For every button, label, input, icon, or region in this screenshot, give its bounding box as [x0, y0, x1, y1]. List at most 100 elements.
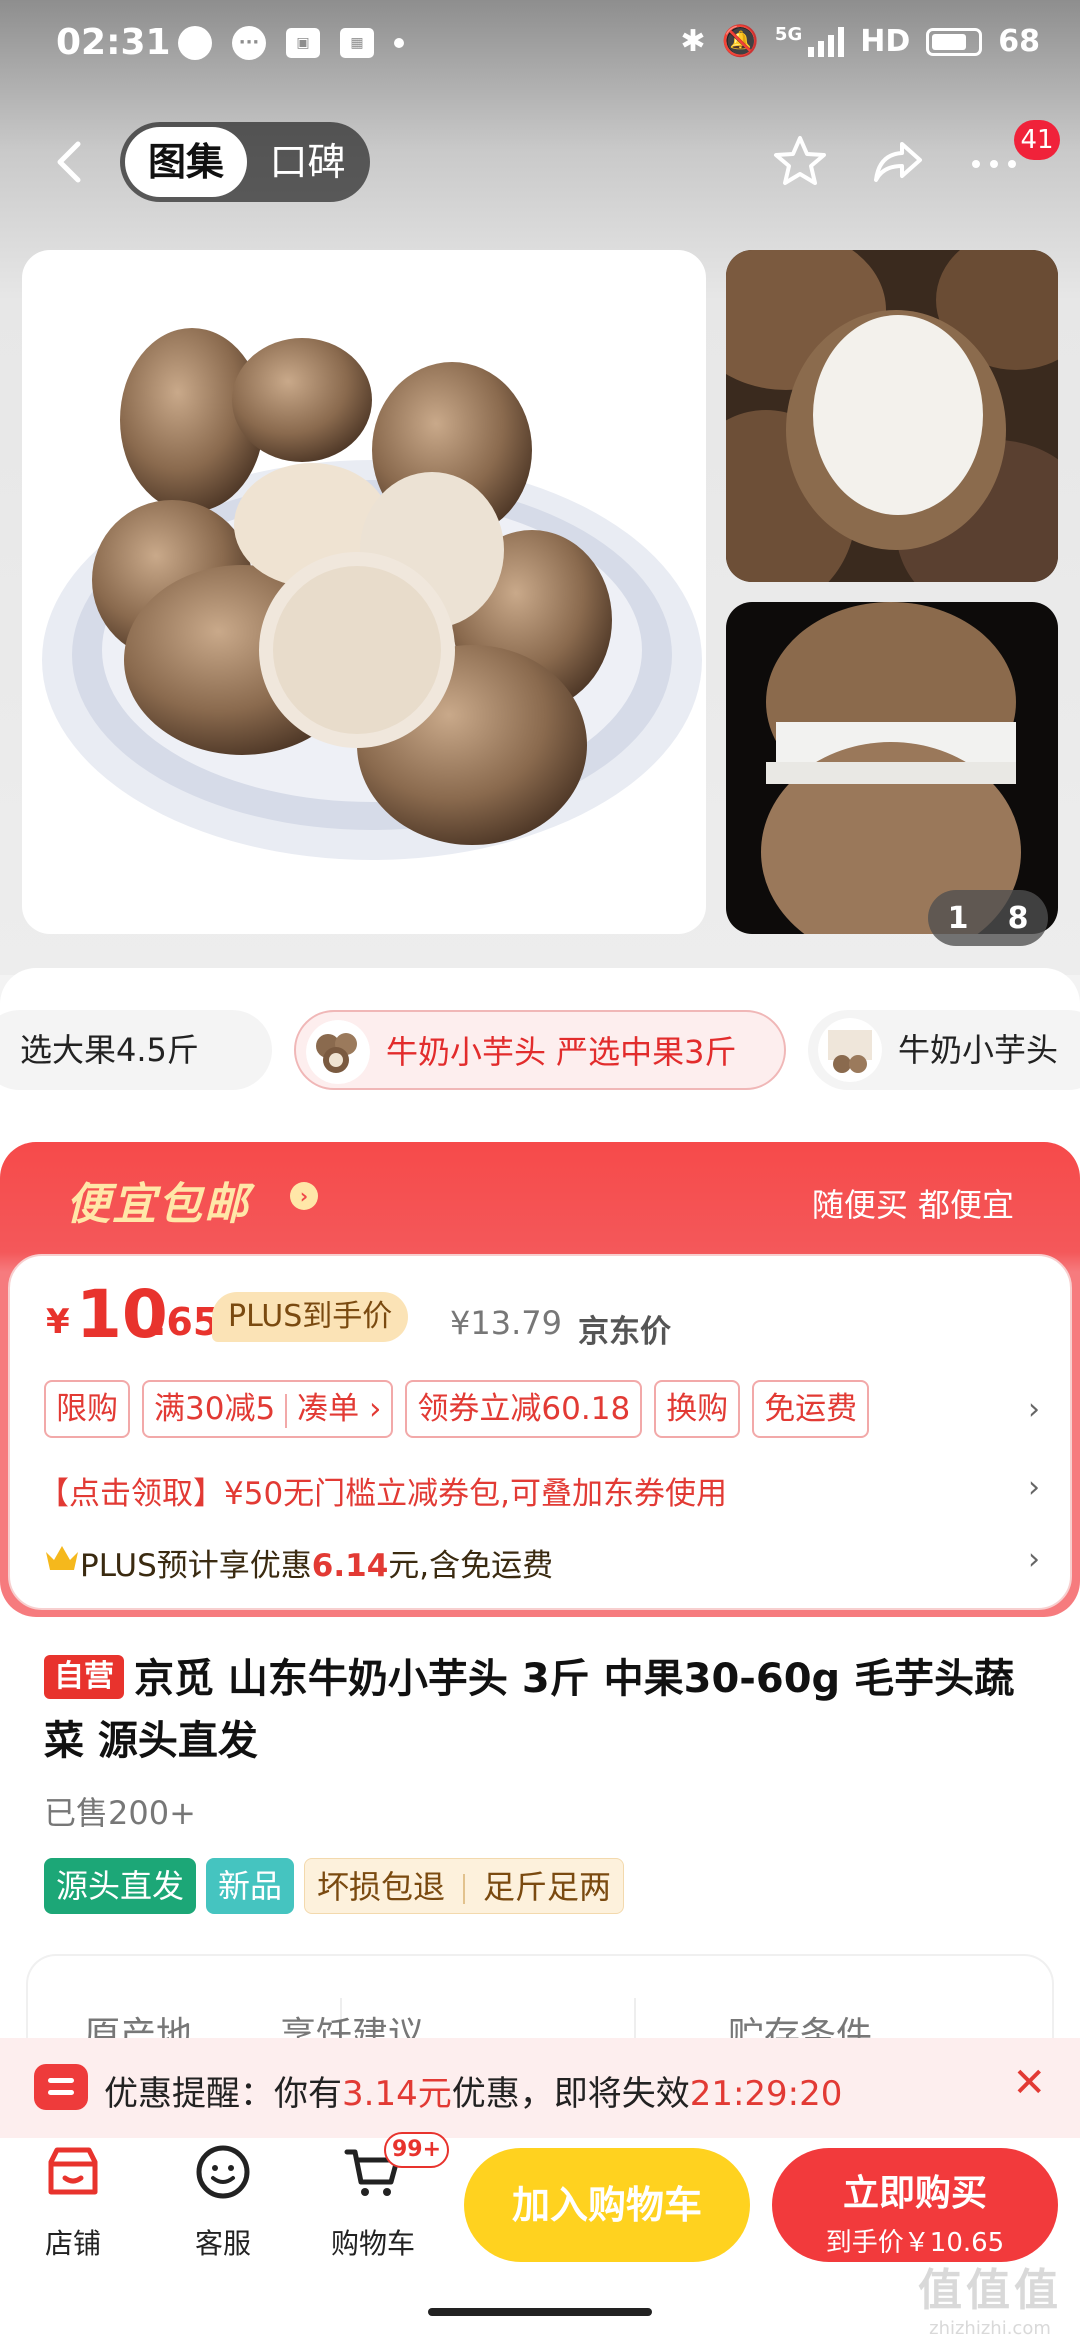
- taro-plate-illustration: [42, 328, 702, 860]
- customer-service-icon: [196, 2145, 250, 2199]
- product-title: 自营 京觅 山东牛奶小芋头 3斤 中果30-60g 毛芋头蔬菜 源头直发: [44, 1648, 1044, 1772]
- sold-count: 已售200+: [44, 1794, 196, 1832]
- reminder-middle: 优惠，即将失效: [451, 2074, 690, 2114]
- cart-tab[interactable]: 99+ 购物车: [318, 2132, 450, 2262]
- variant-label: 选大果4.5斤: [20, 1031, 199, 1069]
- tag-full-weight: 足斤足两: [483, 1868, 612, 1906]
- watermark: 值值值 zhizhizhi.com: [918, 2254, 1062, 2339]
- store-tab[interactable]: 店铺: [18, 2142, 128, 2262]
- top-nav: 图集 口碑 41: [0, 118, 1080, 208]
- discount-reminder-banner[interactable]: 优惠提醒：你有3.14元优惠，即将失效21:29:20 ✕: [0, 2038, 1080, 2138]
- plus-savings-line[interactable]: PLUS预计享优惠6.14元,含免运费: [80, 1540, 553, 1585]
- coupon-tag[interactable]: 限购: [44, 1380, 130, 1438]
- reminder-text: 优惠提醒：你有3.14元优惠，即将失效21:29:20: [104, 2066, 842, 2115]
- status-time: 02:31: [56, 22, 171, 63]
- more-notifications-dot-icon: [394, 38, 404, 48]
- coupon-label: 凑单 ›: [297, 1391, 382, 1427]
- battery-icon: [926, 27, 983, 56]
- tag-damage-refund: 坏损包退: [317, 1868, 446, 1906]
- divider: [463, 1874, 466, 1904]
- message-icon: ···: [232, 26, 266, 60]
- tag-source-direct: 源头直发: [44, 1858, 197, 1914]
- share-icon[interactable]: [868, 132, 928, 192]
- notification-icons: ··· ▣ ▦: [178, 26, 404, 60]
- tag-guarantee[interactable]: 坏损包退 足斤足两: [304, 1858, 625, 1914]
- crown-icon: [46, 1546, 78, 1570]
- watermark-logo: 值值值: [918, 2265, 1062, 2316]
- variant-selector: 选大果4.5斤 牛奶小芋头 严选中果3斤 牛奶小芋头: [0, 1010, 1080, 1090]
- watermark-site: zhizhizhi.com: [929, 2318, 1051, 2339]
- coupon-tag[interactable]: 换购: [654, 1380, 741, 1438]
- picture-icon: ▣: [286, 28, 320, 58]
- coupon-icon: [34, 2064, 88, 2110]
- pager-total: 8: [1007, 900, 1029, 936]
- add-to-cart-button[interactable]: 加入购物车: [464, 2148, 750, 2262]
- close-icon[interactable]: ✕: [1012, 2060, 1046, 2106]
- store-icon: [48, 2147, 98, 2195]
- main-product-image[interactable]: [22, 250, 706, 934]
- chevron-right-icon[interactable]: ›: [1028, 1542, 1040, 1577]
- product-title-text: 京觅 山东牛奶小芋头 3斤 中果30-60g 毛芋头蔬菜 源头直发: [44, 1656, 1015, 1764]
- variant-option[interactable]: 牛奶小芋头: [808, 1010, 1080, 1090]
- product-thumb-2[interactable]: [726, 602, 1058, 934]
- tag-new: 新品: [206, 1858, 295, 1914]
- coupon-label: 满30减5: [154, 1391, 276, 1427]
- variant-thumb-icon: [306, 1020, 370, 1084]
- reminder-amount: 3.14元: [342, 2074, 452, 2114]
- cheap-free-shipping-card: 便宜包邮 › 随便买 都便宜 ¥ 10 .65 PLUS到手价 ¥13.79 京…: [0, 1142, 1080, 1617]
- product-thumb-1[interactable]: [726, 250, 1058, 582]
- chevron-right-icon[interactable]: ›: [1028, 1392, 1040, 1427]
- reminder-prefix: 优惠提醒：你有: [104, 2074, 342, 2114]
- price-panel: ¥ 10 .65 PLUS到手价 ¥13.79 京东价 限购 满30减5 凑单 ›…: [8, 1254, 1072, 1610]
- home-indicator[interactable]: [428, 2308, 652, 2316]
- chevron-right-icon[interactable]: ›: [1028, 1470, 1040, 1505]
- notification-badge: 41: [1014, 120, 1060, 160]
- variant-label: 牛奶小芋头: [898, 1031, 1059, 1069]
- pager-current: 1: [947, 900, 969, 936]
- variant-option[interactable]: 选大果4.5斤: [0, 1010, 272, 1090]
- promo-slogan: 随便买 都便宜: [811, 1186, 1014, 1224]
- buy-now-button[interactable]: 立即购买 到手价￥10.65: [772, 2148, 1058, 2262]
- plus-savings-prefix: PLUS预计享优惠: [80, 1548, 312, 1584]
- coupon-pack-link[interactable]: 【点击领取】¥50无门槛立减券包,可叠加东券使用: [38, 1468, 727, 1513]
- service-label: 客服: [194, 2227, 251, 2260]
- back-arrow-icon[interactable]: [44, 134, 100, 190]
- original-price-label: 京东价: [578, 1314, 671, 1350]
- price-decimal: .65: [152, 1300, 220, 1344]
- bluetooth-icon: ✱: [680, 24, 706, 59]
- promo-title[interactable]: 便宜包邮: [66, 1168, 250, 1232]
- variant-label: 牛奶小芋头 严选中果3斤: [386, 1033, 737, 1071]
- price-currency: ¥: [46, 1302, 70, 1342]
- cart-label: 购物车: [330, 2227, 415, 2260]
- taro-cut-illustration: [726, 250, 1058, 582]
- app-notification-icon: ▦: [340, 28, 374, 58]
- taro-split-illustration: [761, 602, 1021, 934]
- mute-bell-icon: 🔕: [721, 24, 759, 59]
- reminder-countdown: 21:29:20: [689, 2074, 843, 2114]
- coupon-row[interactable]: 限购 满30减5 凑单 › 领券立减60.18 换购 免运费: [44, 1380, 870, 1438]
- plus-savings-amount: 6.14: [311, 1548, 389, 1584]
- divider: [285, 1393, 288, 1428]
- self-operated-badge: 自营: [44, 1655, 124, 1699]
- variant-option-selected[interactable]: 牛奶小芋头 严选中果3斤: [294, 1010, 786, 1090]
- coupon-tag[interactable]: 免运费: [752, 1380, 870, 1438]
- star-favorite-icon[interactable]: [770, 132, 830, 192]
- battery-level: 68: [998, 24, 1040, 59]
- network-type: 5G: [774, 24, 803, 45]
- coupon-tag[interactable]: 领券立减60.18: [405, 1380, 643, 1438]
- gallery-review-switch: 图集 口碑: [120, 122, 370, 202]
- chevron-right-icon[interactable]: ›: [290, 1182, 318, 1210]
- signal-icon: [808, 26, 845, 57]
- tab-reviews[interactable]: 口碑: [250, 127, 365, 197]
- coupon-tag-combo[interactable]: 满30减5 凑单 ›: [142, 1380, 394, 1438]
- plus-savings-suffix: 元,含免运费: [388, 1548, 554, 1584]
- original-price: ¥13.79: [450, 1304, 562, 1342]
- variant-thumb-icon: [818, 1018, 882, 1082]
- status-right: ✱ 🔕 5G HD 68: [680, 24, 1040, 59]
- cart-badge: 99+: [384, 2132, 450, 2168]
- chat-bubble-icon: [178, 26, 212, 60]
- tab-gallery[interactable]: 图集: [125, 127, 247, 197]
- service-tab[interactable]: 客服: [168, 2142, 278, 2262]
- status-bar: 02:31 ··· ▣ ▦ ✱ 🔕 5G HD 68: [0, 0, 1080, 92]
- buy-now-label: 立即购买: [842, 2173, 987, 2214]
